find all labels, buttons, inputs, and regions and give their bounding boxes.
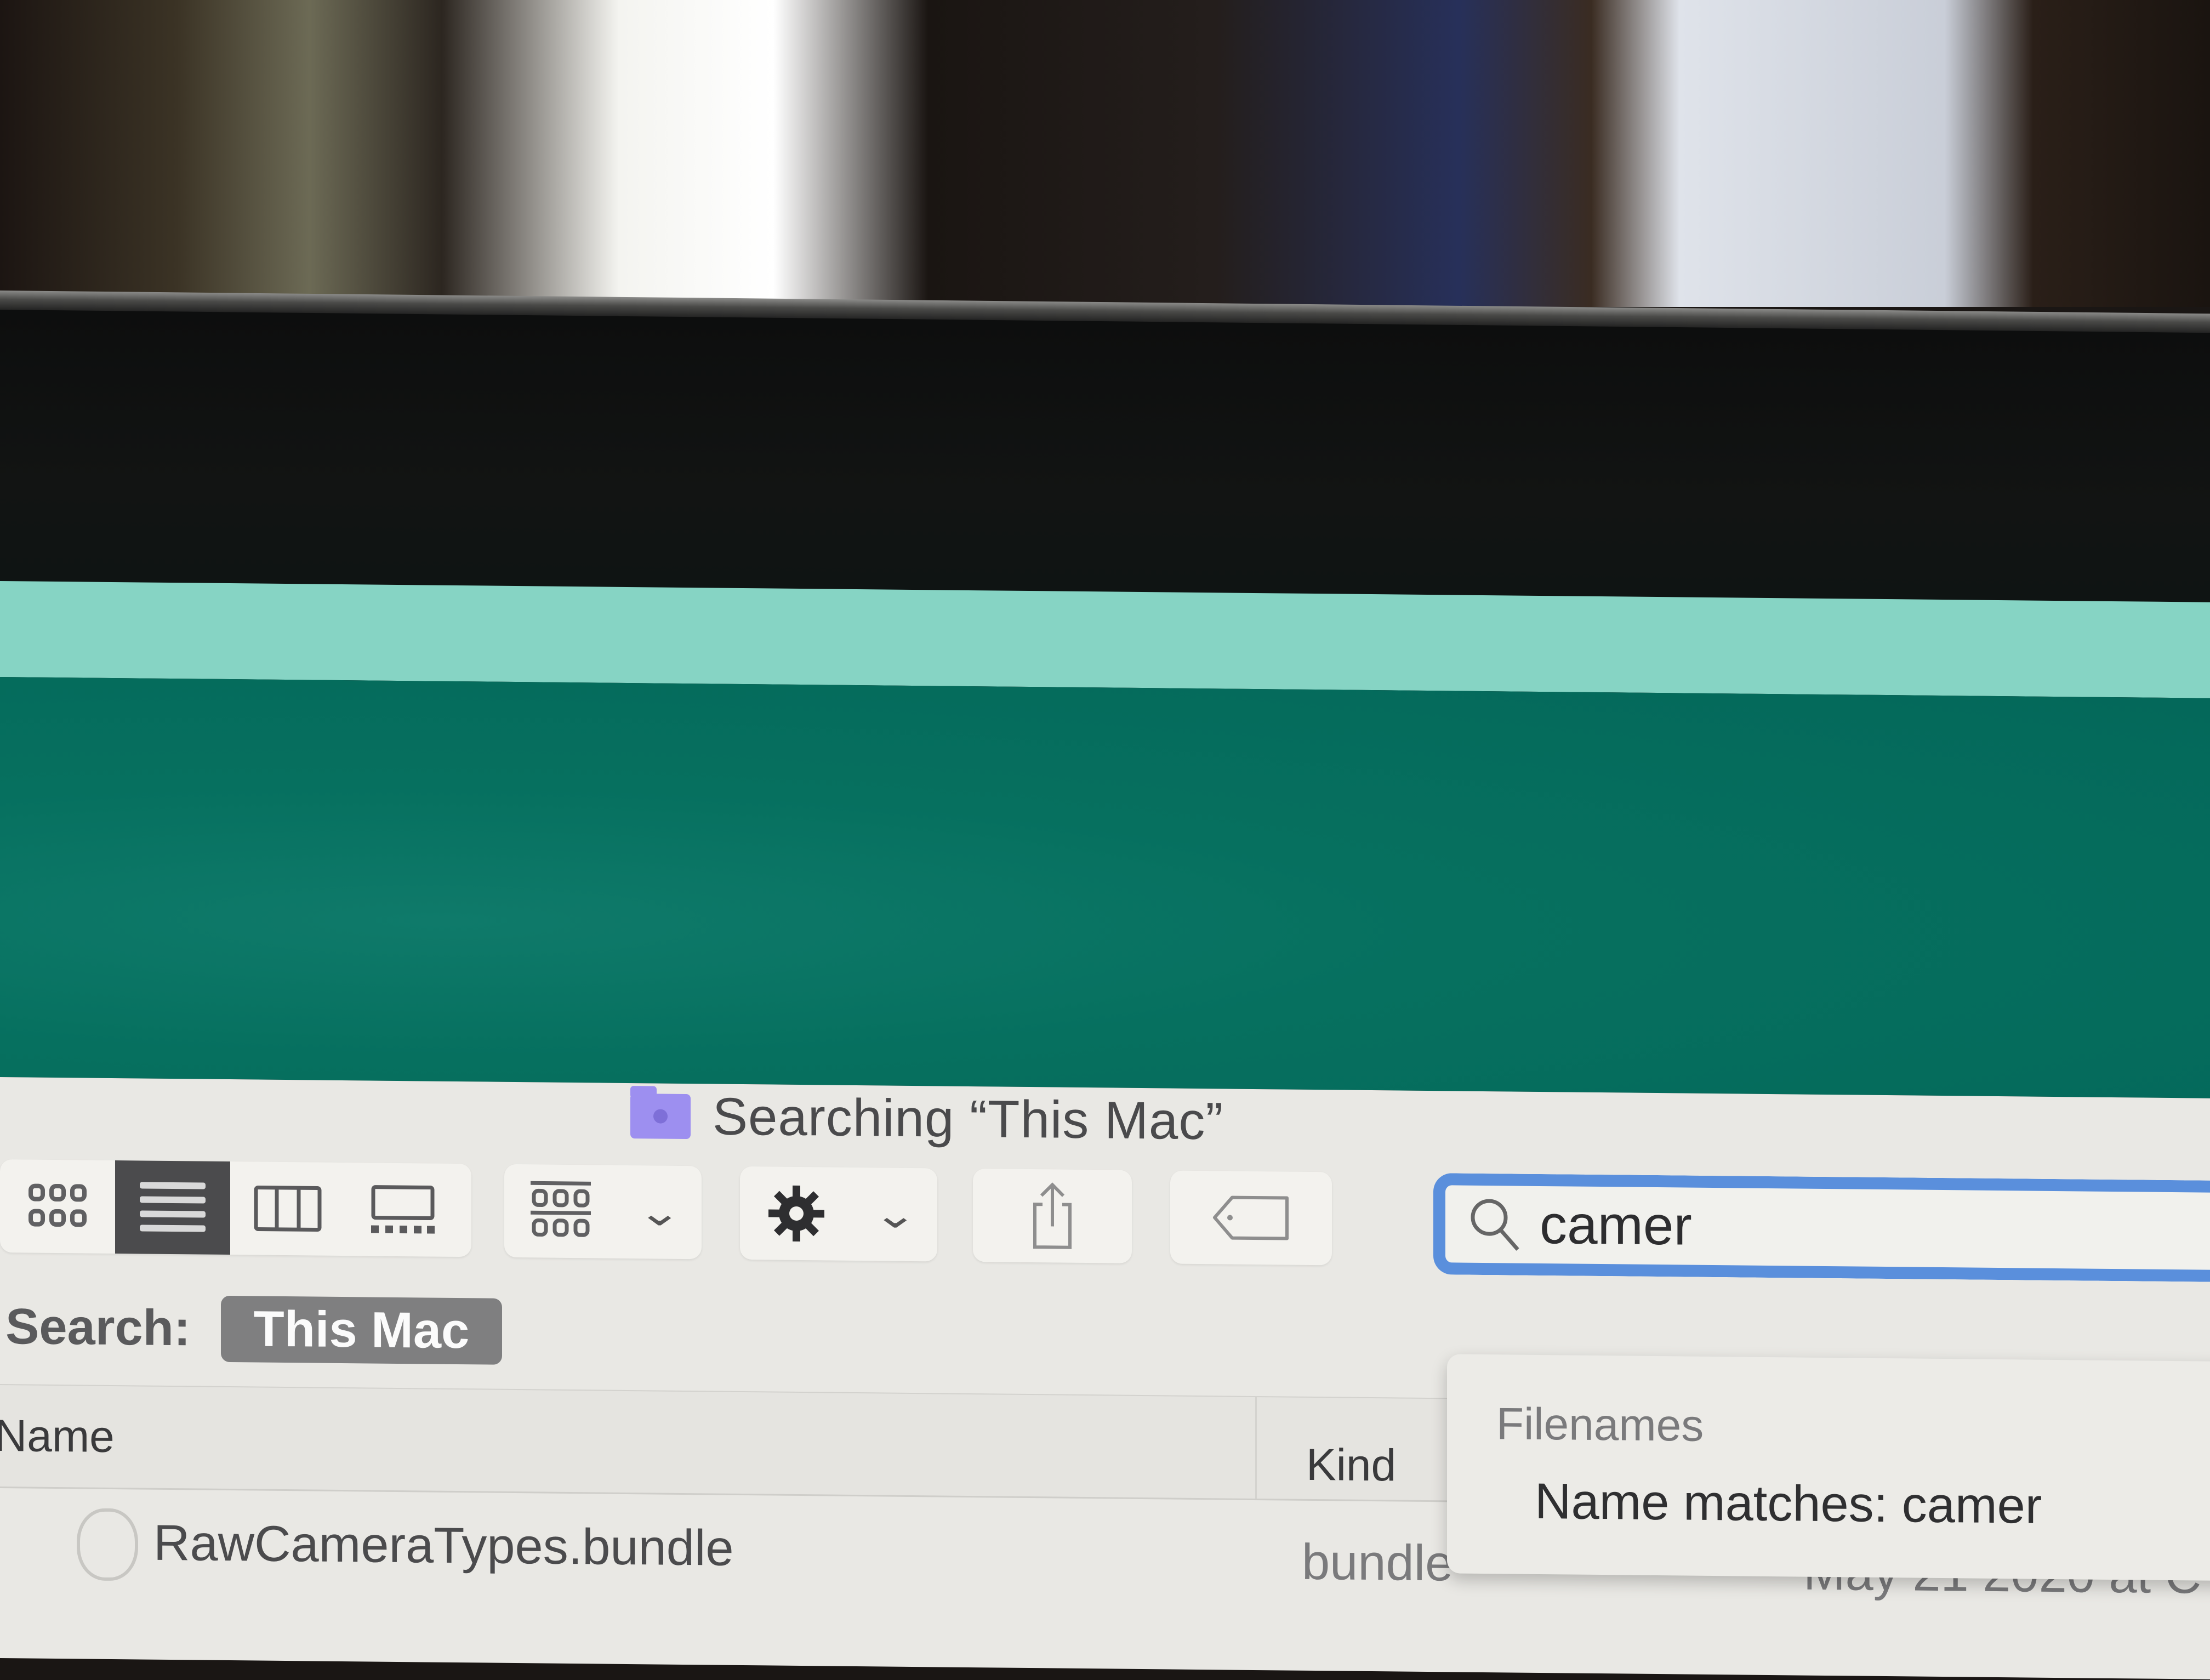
gear-icon <box>768 1185 824 1242</box>
group-by-icon <box>530 1181 591 1237</box>
tag-button[interactable] <box>1170 1170 1332 1266</box>
laptop-bezel <box>0 310 2210 624</box>
screen: Searching “This Mac” ⌄ ⌄ camer Search: T… <box>0 581 2210 1679</box>
grid-icon <box>29 1183 87 1227</box>
list-icon <box>140 1182 206 1232</box>
view-mode-selector <box>0 1159 471 1257</box>
suggestion-section-header: Filenames <box>1496 1399 1704 1451</box>
gallery-view-button[interactable] <box>345 1163 460 1257</box>
share-icon <box>1033 1182 1072 1249</box>
action-menu-button[interactable]: ⌄ <box>740 1166 937 1262</box>
chevron-down-icon: ⌄ <box>872 1193 918 1237</box>
share-button[interactable] <box>973 1169 1132 1263</box>
search-input[interactable] <box>1539 1192 2144 1263</box>
columns-icon <box>254 1186 322 1232</box>
file-name: RawCameraTypes.bundle <box>153 1514 734 1576</box>
icon-view-button[interactable] <box>0 1159 115 1254</box>
scope-this-mac-button[interactable]: This Mac <box>220 1295 503 1365</box>
column-view-button[interactable] <box>230 1161 345 1256</box>
tag-icon <box>1212 1195 1289 1240</box>
search-suggestions-dropdown: Filenames Name matches: camer <box>1447 1354 2210 1581</box>
suggestion-item[interactable]: Name matches: camer <box>1535 1473 2042 1535</box>
desktop-wallpaper <box>0 677 2210 1098</box>
group-by-button[interactable]: ⌄ <box>504 1164 702 1260</box>
chevron-down-icon: ⌄ <box>636 1191 682 1234</box>
file-kind: bundle <box>1302 1534 1454 1592</box>
window-title: Searching “This Mac” <box>713 1087 1224 1151</box>
bundle-icon <box>77 1508 138 1581</box>
background-scene <box>0 0 2210 307</box>
scope-label: Search: <box>5 1298 191 1356</box>
smart-folder-icon <box>630 1094 691 1140</box>
search-field[interactable] <box>1433 1173 2210 1283</box>
gallery-icon <box>371 1185 435 1234</box>
toolbar: ⌄ ⌄ <box>0 1148 2210 1283</box>
list-view-button[interactable] <box>115 1160 230 1255</box>
finder-window: Searching “This Mac” ⌄ ⌄ camer Search: T… <box>0 1077 2210 1679</box>
column-header-name[interactable]: Name <box>0 1385 1244 1499</box>
search-icon <box>1471 1199 1519 1251</box>
